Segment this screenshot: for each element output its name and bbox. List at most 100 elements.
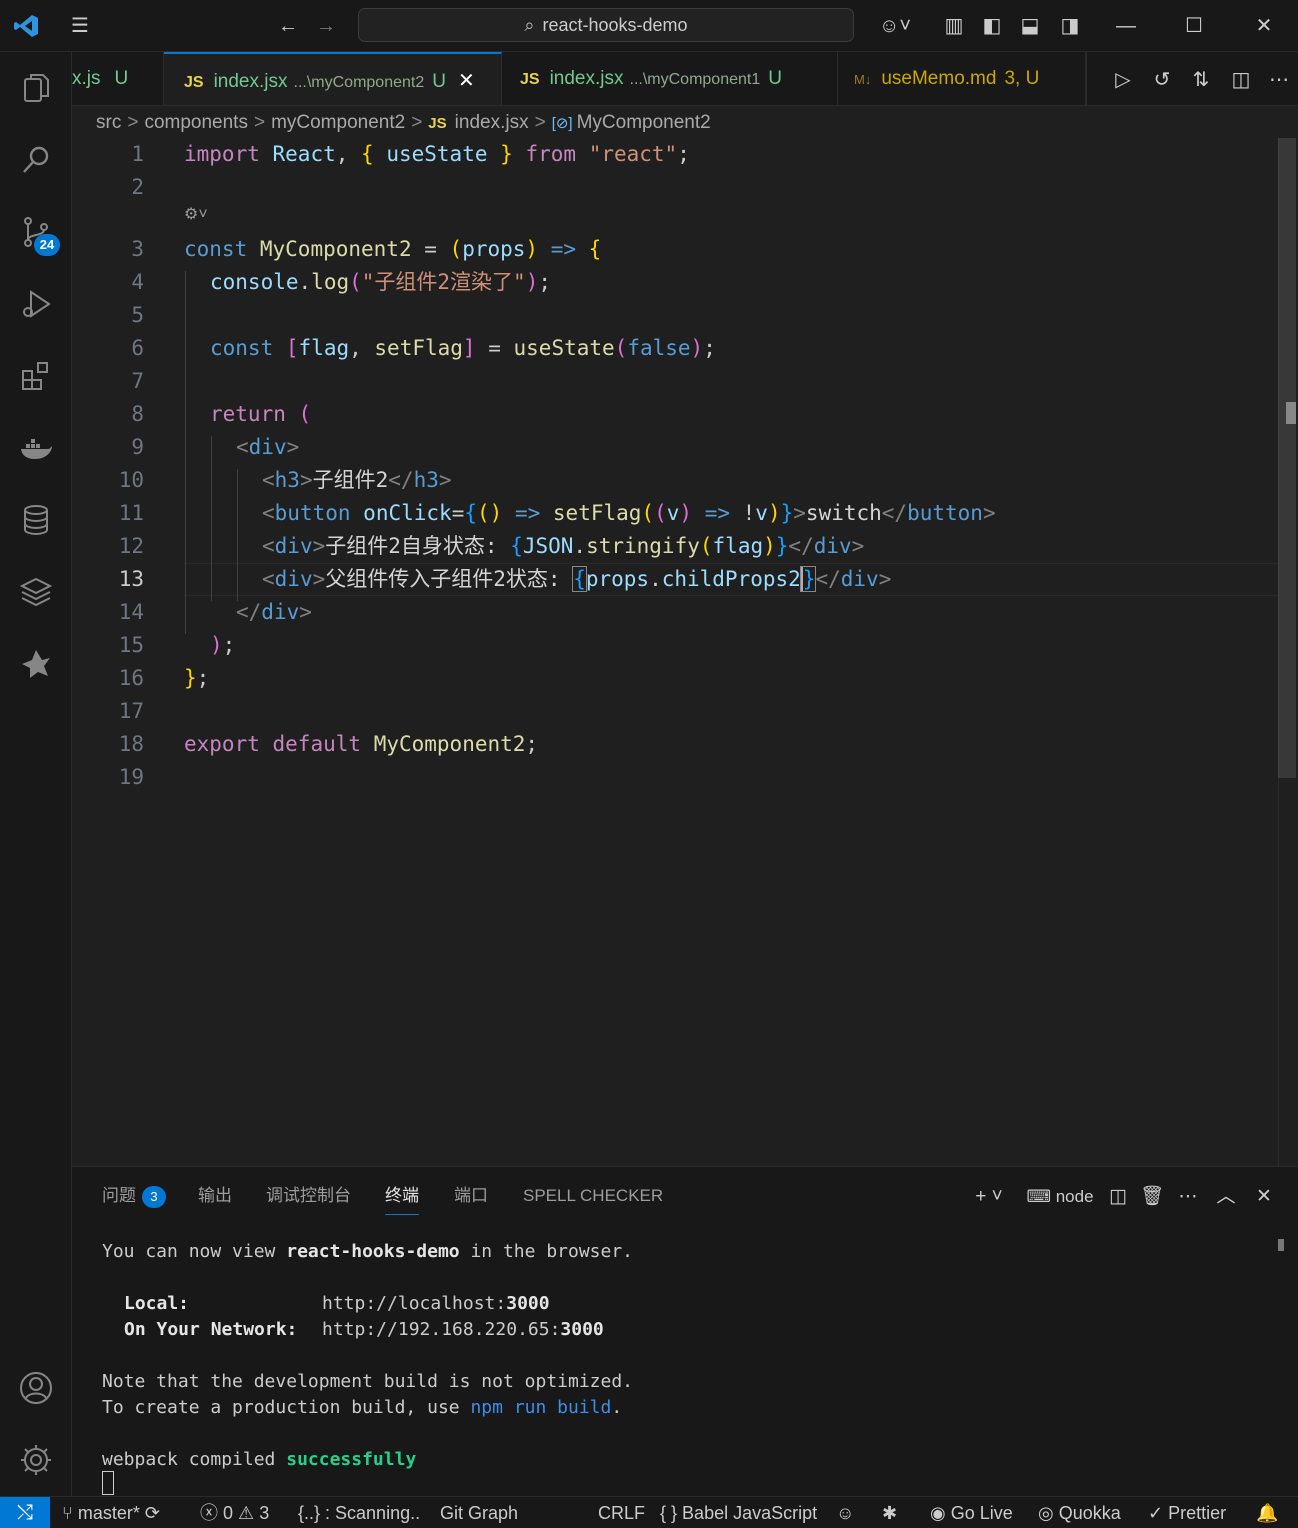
- terminal-line: Local:: [124, 1293, 190, 1314]
- command-center-search[interactable]: ⌕ react-hooks-demo: [358, 8, 854, 42]
- tab-label: index.jsx: [213, 71, 288, 92]
- line-number: 3: [131, 237, 144, 261]
- end-of-line[interactable]: CRLF: [598, 1497, 645, 1528]
- run-debug-icon[interactable]: [14, 282, 58, 326]
- terminal-line: Note that the development build is not o…: [102, 1371, 634, 1392]
- terminal-profile-node[interactable]: ⌨ node: [1024, 1183, 1096, 1211]
- tab-label: useMemo.md: [881, 68, 997, 89]
- maximize-panel-chevron-up-icon[interactable]: ︿: [1212, 1183, 1240, 1211]
- tab-label: index.jsx: [549, 68, 624, 89]
- terminal-cursor: [102, 1471, 114, 1495]
- quokka-button[interactable]: ◎ Quokka: [1038, 1497, 1121, 1528]
- tab-usememo-md[interactable]: M↓ useMemo.md 3, U: [838, 52, 1086, 105]
- tab-output[interactable]: 输出: [198, 1185, 232, 1215]
- accounts-icon[interactable]: [14, 1366, 58, 1410]
- copilot-status-icon[interactable]: ☺: [836, 1497, 854, 1528]
- tab-index-jsx-mycomponent1[interactable]: JS index.jsx ...\myComponent1 U: [502, 52, 838, 105]
- code-line-9: <div>: [236, 435, 300, 459]
- breadcrumb: src > components > myComponent2 > JS index.jsx >…: [96, 112, 711, 133]
- explorer-icon[interactable]: [14, 66, 58, 110]
- copilot-icon[interactable]: ☺˅: [872, 12, 918, 40]
- indent-guide: [211, 436, 212, 601]
- line-number: 1: [131, 142, 144, 166]
- breadcrumb-item[interactable]: components: [144, 112, 248, 133]
- run-code-icon[interactable]: ▷: [1109, 66, 1137, 94]
- scanning-status[interactable]: {..} : Scanning..: [298, 1497, 420, 1528]
- remote-indicator-icon[interactable]: ⤭: [0, 1497, 50, 1528]
- line-number: 11: [118, 501, 144, 525]
- window-title: react-hooks-demo: [542, 15, 688, 35]
- sync-icon[interactable]: ⟳: [145, 1503, 160, 1523]
- prettier-button[interactable]: ✓ Prettier: [1148, 1497, 1226, 1528]
- extensions-icon[interactable]: [14, 354, 58, 398]
- terminal-line: http://localhost:3000: [322, 1293, 550, 1314]
- back-arrow-icon[interactable]: ←: [274, 12, 302, 40]
- code-line-15: );: [210, 633, 236, 657]
- tab-terminal[interactable]: 终端: [385, 1185, 419, 1215]
- tab-problems[interactable]: 问题 3: [102, 1185, 166, 1215]
- new-terminal-icon[interactable]: + ˅: [966, 1183, 1012, 1211]
- quokka-icon[interactable]: [14, 642, 58, 686]
- tab-spell-checker[interactable]: SPELL CHECKER: [523, 1185, 663, 1215]
- git-branch[interactable]: ⑂ master* ⟳: [62, 1497, 160, 1528]
- docker-icon[interactable]: [14, 426, 58, 470]
- layers-icon[interactable]: [14, 570, 58, 614]
- breadcrumb-item[interactable]: myComponent2: [271, 112, 405, 133]
- breadcrumb-item[interactable]: index.jsx: [455, 112, 529, 133]
- maximize-window-icon[interactable]: ☐: [1180, 12, 1208, 40]
- compare-changes-icon[interactable]: ⇅: [1187, 66, 1215, 94]
- code-editor[interactable]: 1 2 3 4 5 6 7 8 9 10 11 12 13 14 15 16 1…: [72, 138, 1278, 1166]
- notifications-bell-icon[interactable]: 🔔: [1256, 1497, 1278, 1528]
- close-tab-icon[interactable]: ✕: [458, 70, 475, 92]
- broadcast-icon: ◉: [930, 1503, 946, 1523]
- close-window-icon[interactable]: ✕: [1250, 12, 1278, 40]
- terminal-scrollbar[interactable]: [1278, 1239, 1284, 1251]
- editor-actions: ▷ ↺ ⇅ ◫ ⋯: [1086, 52, 1298, 105]
- settings-gear-icon[interactable]: [14, 1438, 58, 1482]
- symbol-icon: [⊘]: [551, 115, 573, 132]
- problems-count-badge: 3: [142, 1186, 166, 1208]
- breadcrumb-item[interactable]: MyComponent2: [577, 112, 711, 133]
- kill-terminal-trash-icon[interactable]: 🗑: [1138, 1183, 1166, 1211]
- js-file-icon: JS: [520, 71, 540, 88]
- title-bar: ☰ ← → ⌕ react-hooks-demo ☺˅ ▥ ◧ ⬓ ◨ — ☐ ✕: [0, 0, 1298, 52]
- customize-layout-icon[interactable]: ▥: [940, 12, 968, 40]
- toggle-secondary-sidebar-icon[interactable]: ◨: [1056, 12, 1084, 40]
- terminal-line: You can now view react-hooks-demo in the…: [102, 1241, 634, 1262]
- breadcrumb-item[interactable]: src: [96, 112, 121, 133]
- database-icon[interactable]: [14, 498, 58, 542]
- language-mode[interactable]: { } Babel JavaScript: [660, 1497, 817, 1528]
- more-actions-icon[interactable]: ⋯: [1265, 66, 1293, 94]
- more-actions-icon[interactable]: ⋯: [1174, 1183, 1202, 1211]
- close-panel-icon[interactable]: ✕: [1250, 1183, 1278, 1211]
- line-number: 5: [131, 303, 144, 327]
- eye-icon: ◎: [1038, 1503, 1054, 1523]
- quokka-status-icon[interactable]: ✱: [882, 1497, 897, 1528]
- problems-status[interactable]: ⓧ 0 ⚠ 3: [200, 1497, 269, 1528]
- forward-arrow-icon[interactable]: →: [312, 12, 340, 40]
- toggle-panel-icon[interactable]: ⬓: [1016, 12, 1044, 40]
- toggle-primary-sidebar-icon[interactable]: ◧: [978, 12, 1006, 40]
- status-bar: ⤭ ⑂ master* ⟳ ⓧ 0 ⚠ 3 {..} : Scanning.. …: [0, 1496, 1298, 1528]
- line-number: 19: [118, 765, 144, 789]
- search-icon[interactable]: [14, 138, 58, 182]
- code-line-8: return (: [210, 402, 312, 426]
- editor-scrollbar-thumb[interactable]: [1278, 138, 1296, 778]
- tab-index-jsx-mycomponent2[interactable]: JS index.jsx ...\myComponent2 U ✕: [164, 52, 502, 105]
- timeline-history-icon[interactable]: ↺: [1148, 66, 1176, 94]
- minimize-window-icon[interactable]: —: [1112, 12, 1140, 40]
- split-editor-icon[interactable]: ◫: [1227, 66, 1255, 94]
- split-terminal-icon[interactable]: ◫: [1104, 1183, 1132, 1211]
- tab-x-js[interactable]: x.js U: [72, 52, 164, 105]
- tab-debug-console[interactable]: 调试控制台: [266, 1185, 351, 1215]
- copilot-codelens-icon[interactable]: ⚙˅: [184, 204, 208, 224]
- tab-status: U: [432, 71, 446, 92]
- terminal-line: webpack compiled successfully: [102, 1449, 417, 1470]
- tab-ports[interactable]: 端口: [454, 1185, 488, 1215]
- git-graph-button[interactable]: Git Graph: [440, 1497, 518, 1528]
- bottom-panel: 问题 3 输出 调试控制台 终端 端口 SPELL CHECKER + ˅ ⌨ n…: [72, 1166, 1298, 1496]
- go-live-button[interactable]: ◉ Go Live: [930, 1497, 1013, 1528]
- menu-icon[interactable]: ☰: [66, 12, 94, 40]
- line-number: 8: [131, 402, 144, 426]
- line-number-current: 13: [118, 567, 144, 591]
